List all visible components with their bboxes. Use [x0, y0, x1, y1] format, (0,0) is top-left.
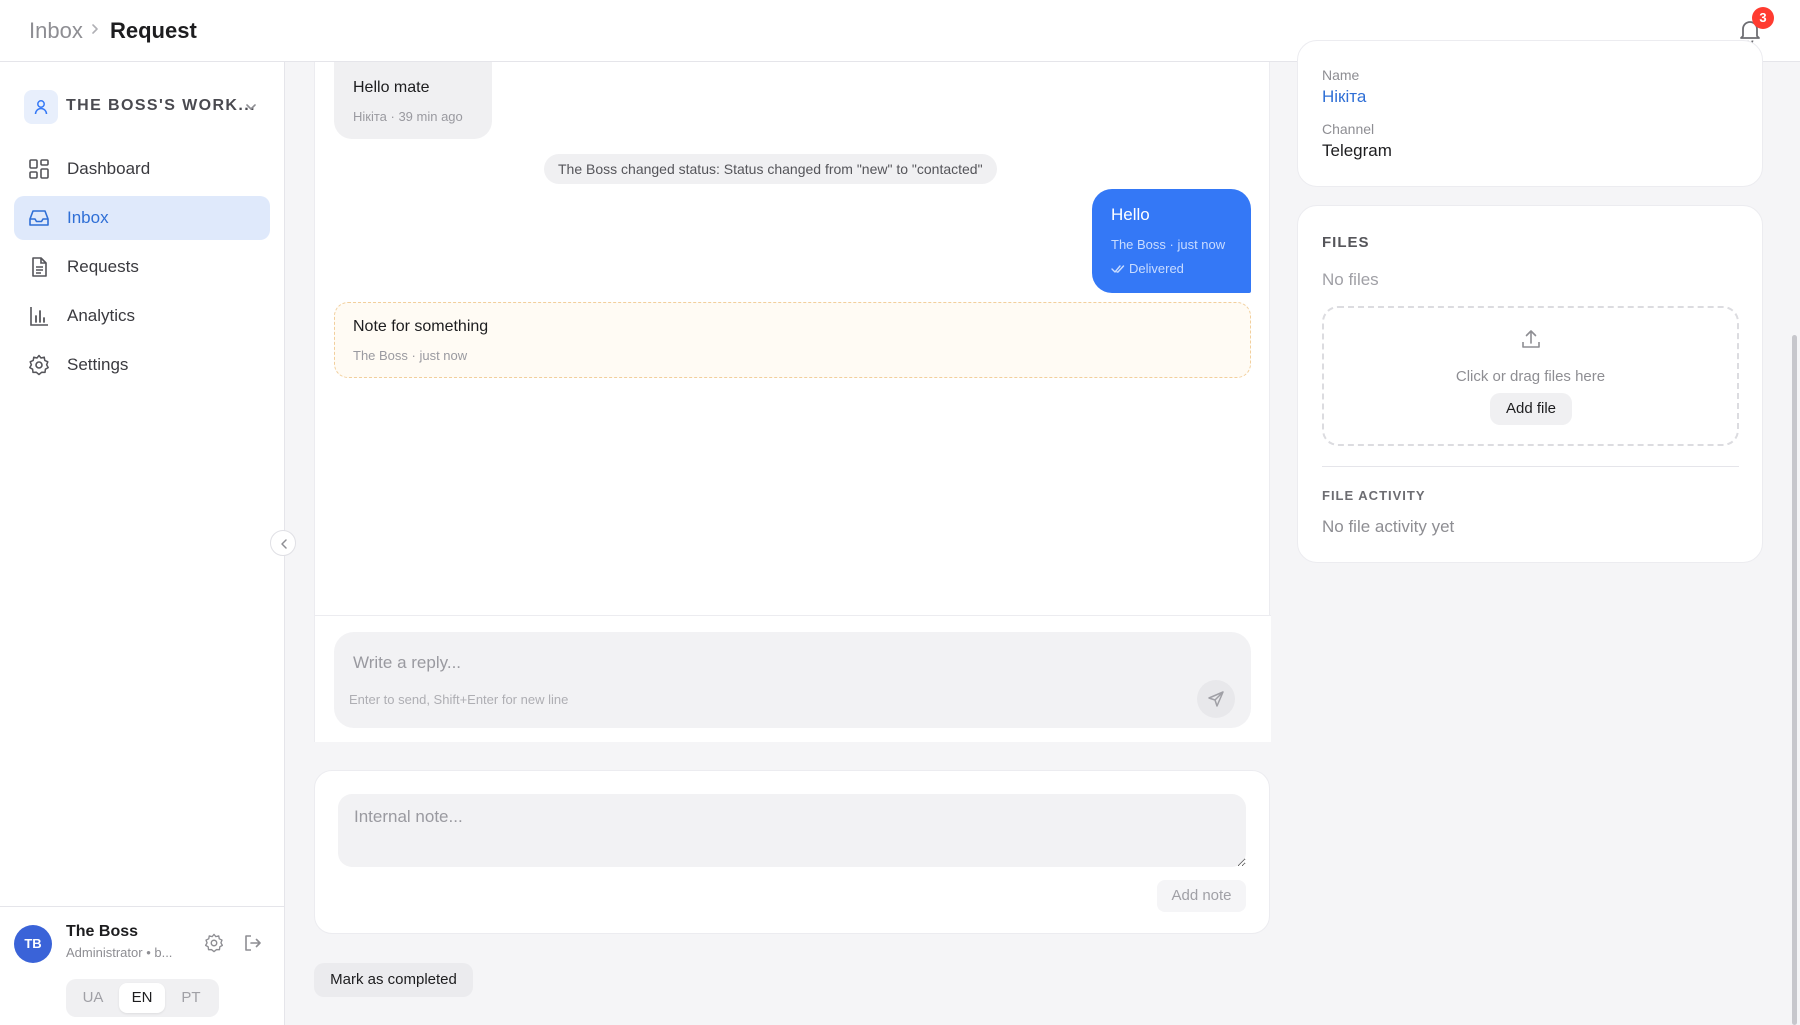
double-check-icon	[1111, 265, 1125, 273]
breadcrumb-current: Request	[110, 18, 197, 43]
sidebar-item-dashboard[interactable]: Dashboard	[14, 147, 270, 191]
sidebar-item-label: Requests	[67, 257, 139, 276]
bar-chart-icon	[30, 307, 48, 326]
outgoing-message: Hello The Boss · just now Delivered	[1092, 189, 1251, 293]
sidebar-item-label: Inbox	[67, 208, 109, 227]
delivery-status: Delivered	[1111, 261, 1184, 276]
avatar[interactable]: TB	[14, 925, 52, 963]
reply-box: Enter to send, Shift+Enter for new line	[334, 632, 1251, 728]
internal-note-input[interactable]	[338, 794, 1246, 867]
breadcrumb-inbox-link[interactable]: Inbox	[29, 18, 83, 44]
sidebar-item-label: Dashboard	[67, 159, 151, 178]
language-pt-button[interactable]: PT	[168, 983, 214, 1013]
delivery-status-label: Delivered	[1129, 261, 1184, 276]
add-file-button[interactable]: Add file	[1490, 393, 1572, 425]
page-scrollbar[interactable]	[1792, 335, 1797, 1025]
channel-value: Telegram	[1322, 141, 1392, 160]
reply-hint: Enter to send, Shift+Enter for new line	[349, 692, 569, 707]
note-meta: The Boss · just now	[353, 348, 468, 363]
chevron-right-icon	[92, 24, 98, 34]
files-card: FILES No files Click or drag files here …	[1297, 205, 1763, 563]
sidebar-item-inbox[interactable]: Inbox	[14, 196, 270, 240]
incoming-message: Hello mate Нікіта · 39 min ago	[334, 62, 492, 139]
user-role: Administrator • b...	[66, 945, 173, 960]
dashboard-icon	[29, 159, 49, 179]
internal-note-message: Note for something The Boss · just now	[334, 302, 1251, 378]
contact-name-link[interactable]: Нікіта	[1322, 87, 1366, 107]
notification-badge: 3	[1752, 7, 1774, 29]
divider	[1322, 466, 1739, 467]
language-ua-button[interactable]: UA	[70, 983, 116, 1013]
message-meta: The Boss · just now	[1111, 237, 1226, 252]
status-change-event: The Boss changed status: Status changed …	[544, 154, 997, 184]
contact-info-card: Name Нікіта Channel Telegram	[1297, 40, 1763, 187]
message-meta: Нікіта · 39 min ago	[353, 109, 463, 124]
files-title: FILES	[1322, 234, 1370, 251]
send-button[interactable]	[1197, 680, 1235, 718]
note-text: Note for something	[353, 318, 489, 335]
sidebar: THE BOSS'S WORK... Dashboard Inbox Reque…	[0, 62, 285, 1025]
mark-completed-button[interactable]: Mark as completed	[314, 963, 473, 997]
send-icon	[1208, 691, 1224, 707]
user-name: The Boss	[66, 923, 139, 940]
user-icon	[34, 100, 48, 115]
document-icon	[32, 257, 47, 277]
internal-note-panel: Add note	[314, 770, 1270, 934]
reply-composer: Enter to send, Shift+Enter for new line	[315, 615, 1271, 742]
chevron-down-icon	[246, 104, 256, 110]
sidebar-item-label: Analytics	[67, 306, 136, 325]
sidebar-item-requests[interactable]: Requests	[14, 245, 270, 289]
sidebar-item-analytics[interactable]: Analytics	[14, 294, 270, 338]
sidebar-item-label: Settings	[67, 355, 129, 374]
workspace-switcher[interactable]: THE BOSS'S WORK...	[22, 88, 266, 126]
message-text: Hello	[1111, 205, 1150, 224]
name-label: Name	[1322, 67, 1360, 83]
file-dropzone[interactable]: Click or drag files here Add file	[1322, 306, 1739, 446]
gear-icon[interactable]	[204, 933, 224, 953]
inbox-icon	[29, 210, 49, 226]
workspace-name: THE BOSS'S WORK...	[66, 97, 256, 114]
dropzone-text: Click or drag files here	[1455, 368, 1606, 385]
sidebar-collapse-button[interactable]	[270, 530, 296, 556]
language-en-button[interactable]: EN	[119, 983, 165, 1013]
channel-label: Channel	[1322, 121, 1375, 137]
files-empty-text: No files	[1322, 270, 1379, 289]
message-text: Hello mate	[353, 79, 430, 96]
reply-input[interactable]	[353, 650, 1133, 676]
workspace-avatar	[24, 90, 58, 124]
chevron-left-icon	[281, 539, 287, 549]
logout-icon[interactable]	[243, 933, 263, 953]
conversation-panel: Hello mate Нікіта · 39 min ago The Boss …	[314, 62, 1271, 742]
language-switcher: UA EN PT	[66, 979, 219, 1017]
upload-icon	[1522, 330, 1540, 348]
sidebar-item-settings[interactable]: Settings	[14, 343, 270, 387]
file-activity-title: FILE ACTIVITY	[1322, 488, 1426, 503]
add-note-button[interactable]: Add note	[1157, 880, 1246, 912]
user-profile: TB The Boss Administrator • b... UA EN P…	[0, 906, 285, 1025]
gear-icon	[29, 354, 49, 376]
file-activity-empty-text: No file activity yet	[1322, 517, 1455, 536]
